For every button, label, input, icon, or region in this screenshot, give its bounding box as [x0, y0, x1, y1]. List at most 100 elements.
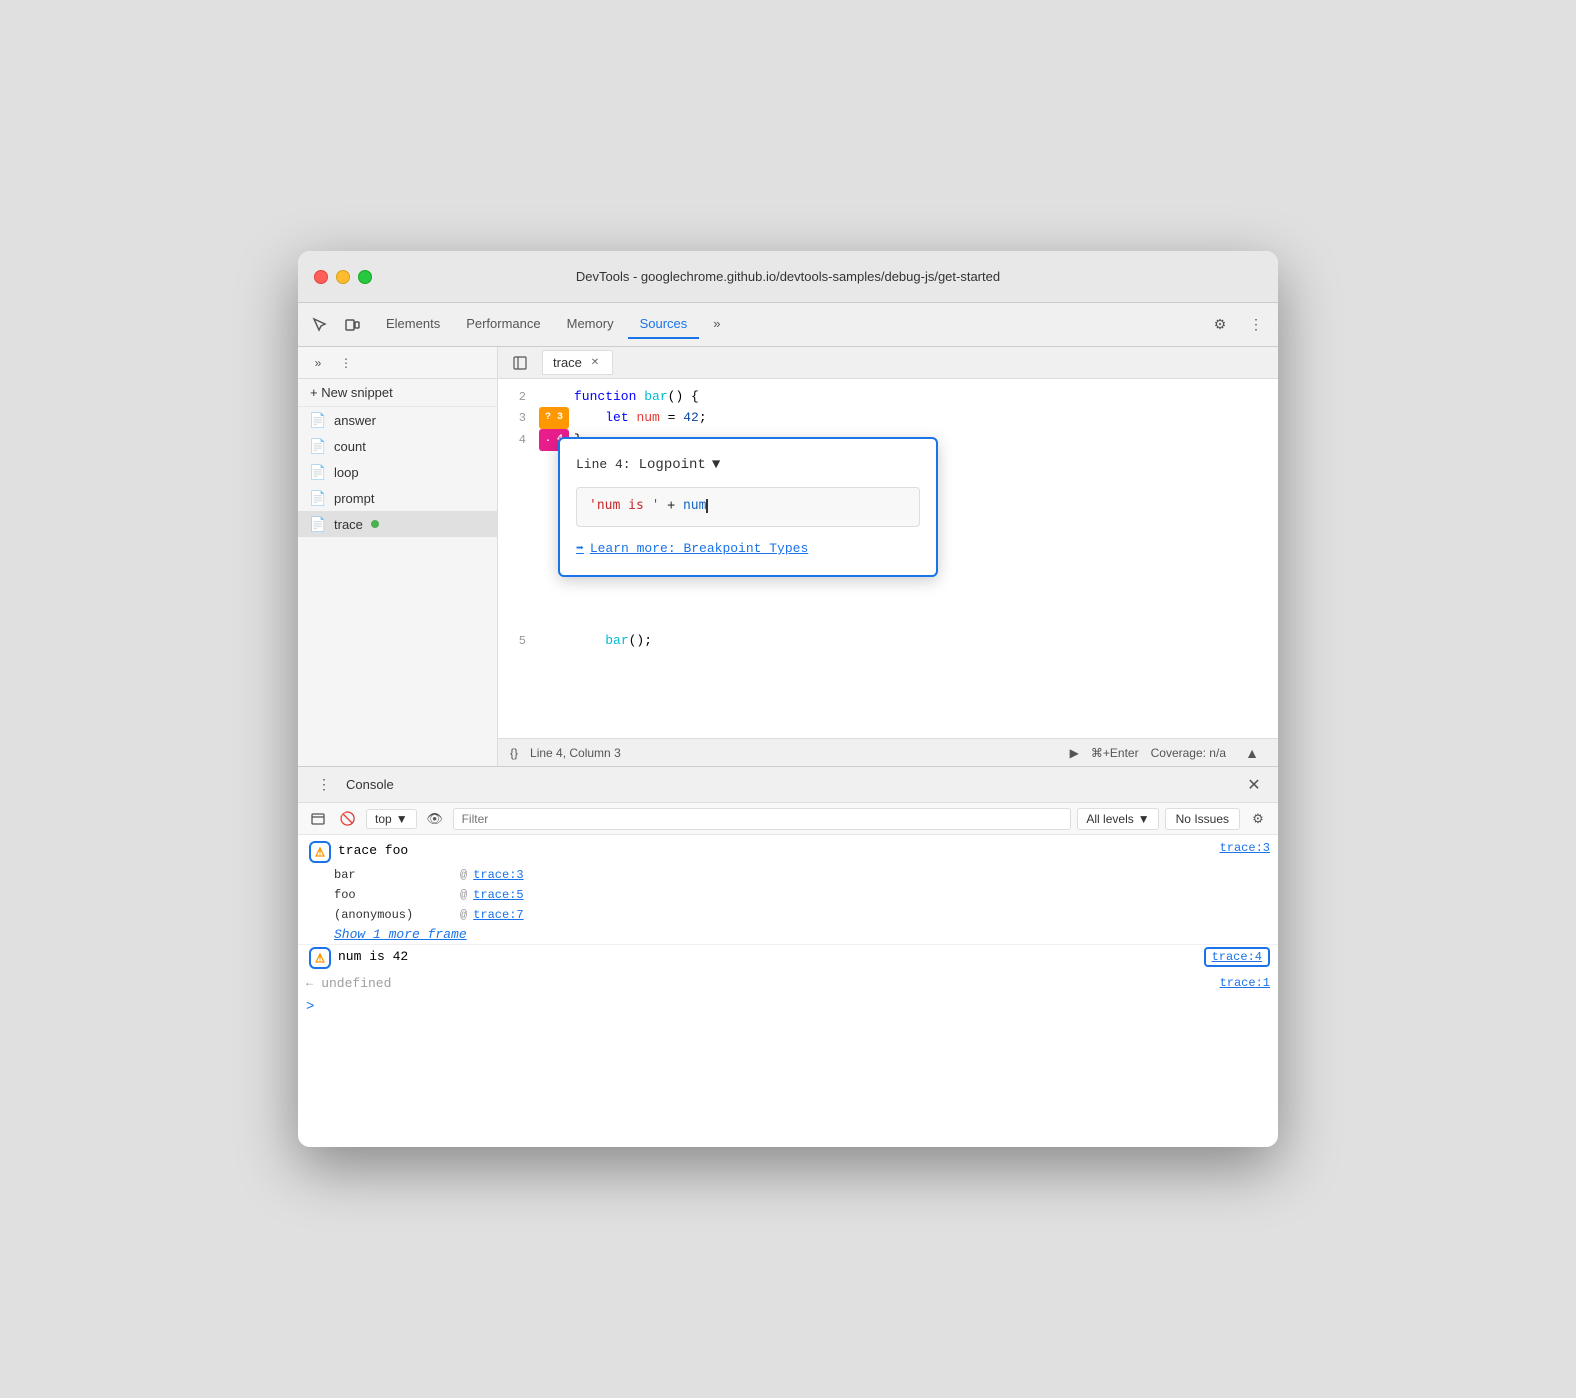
snippet-name: answer: [334, 413, 376, 428]
coverage-label: Coverage: n/a: [1151, 746, 1226, 760]
snippet-prompt[interactable]: 📄 prompt: [298, 485, 497, 511]
editor-area: trace ✕ 2 function bar() { 3: [498, 347, 1278, 766]
snippet-loop[interactable]: 📄 loop: [298, 459, 497, 485]
code-editor[interactable]: 2 function bar() { 3 ? 3 let num = 42;: [498, 379, 1278, 738]
snippet-name: count: [334, 439, 366, 454]
no-icon[interactable]: 🚫: [336, 807, 360, 831]
new-snippet-button[interactable]: + New snippet: [298, 379, 497, 407]
sources-panel: » ⋮ + New snippet 📄 answer 📄 count 📄 loo…: [298, 347, 1278, 767]
console-toolbar: 🚫 top ▼ 👁 All levels ▼ No Issues ⚙: [298, 803, 1278, 835]
stack-frame-bar: bar @ trace:3: [298, 865, 1278, 885]
line-number: 3: [498, 408, 538, 428]
nav-tabs: Elements Performance Memory Sources »: [374, 310, 733, 339]
line-number: 2: [498, 387, 538, 407]
eye-icon[interactable]: 👁: [423, 807, 447, 831]
dropdown-arrow-icon: ▼: [712, 455, 720, 475]
snippet-name: prompt: [334, 491, 374, 506]
log-source-link[interactable]: trace:4: [1204, 947, 1270, 967]
snippet-answer[interactable]: 📄 answer: [298, 407, 497, 433]
result-source-link[interactable]: trace:1: [1220, 976, 1270, 990]
run-shortcut: ⌘+Enter: [1091, 746, 1139, 760]
snippet-name: trace: [334, 517, 363, 532]
logpoint-input[interactable]: 'num is ' + num: [576, 487, 920, 527]
stack-link-trace3[interactable]: trace:3: [473, 868, 523, 882]
code-line-5: 5 bar();: [498, 631, 1278, 651]
trace-text: trace foo: [338, 843, 408, 858]
clear-console-icon[interactable]: [306, 807, 330, 831]
snippet-list: 📄 answer 📄 count 📄 loop 📄 prompt 📄: [298, 407, 497, 766]
trace-source-link[interactable]: trace:3: [1204, 841, 1270, 855]
stack-at-3: @: [460, 908, 467, 922]
code-line-3: 3 ? 3 let num = 42;: [498, 407, 1278, 429]
device-toolbar-icon[interactable]: [338, 311, 366, 339]
line-number: 5: [498, 631, 538, 651]
input-prompt-icon: >: [306, 999, 314, 1015]
snippet-file-icon: 📄: [310, 464, 326, 480]
log-message-text: num is 42: [334, 947, 1204, 967]
tab-close-icon[interactable]: ✕: [588, 356, 602, 370]
logpoint-type-select[interactable]: Logpoint ▼: [639, 455, 721, 475]
close-button[interactable]: [314, 270, 328, 284]
issues-label: No Issues: [1176, 812, 1229, 826]
console-header: ⋮ Console ✕: [298, 767, 1278, 803]
devtools-window: DevTools - googlechrome.github.io/devtoo…: [298, 251, 1278, 1147]
tab-more[interactable]: »: [701, 310, 732, 339]
expand-icon[interactable]: »: [306, 351, 330, 375]
minimize-button[interactable]: [336, 270, 350, 284]
issues-button[interactable]: No Issues: [1165, 808, 1240, 830]
learn-more-link[interactable]: ➡ Learn more: Breakpoint Types: [576, 539, 920, 559]
console-drawer-icon[interactable]: ▲: [1238, 739, 1266, 767]
trace-main-text: trace foo: [334, 841, 1204, 861]
more-options-icon[interactable]: ⋮: [1242, 311, 1270, 339]
snippet-file-icon: 📄: [310, 490, 326, 506]
editor-tab-trace[interactable]: trace ✕: [542, 350, 613, 375]
status-bar-right: ▶ ⌘+Enter Coverage: n/a ▲: [1070, 739, 1266, 767]
line-content: function bar() {: [570, 387, 1278, 407]
context-selector[interactable]: top ▼: [366, 809, 417, 829]
console-filter-input[interactable]: [453, 808, 1072, 830]
learn-more-text: Learn more: Breakpoint Types: [590, 539, 808, 559]
console-settings-icon[interactable]: ⚙: [1246, 807, 1270, 831]
tab-performance[interactable]: Performance: [454, 310, 552, 339]
breakpoint-badge-orange[interactable]: ? 3: [539, 407, 569, 429]
log-levels-button[interactable]: All levels ▼: [1077, 808, 1158, 830]
maximize-button[interactable]: [358, 270, 372, 284]
result-arrow-icon: ←: [306, 976, 313, 990]
stack-link-trace5[interactable]: trace:5: [473, 888, 523, 902]
close-sidebar-icon[interactable]: [506, 349, 534, 377]
stack-fn-foo: foo: [334, 888, 454, 902]
sidebar-more-icon[interactable]: ⋮: [334, 351, 358, 375]
console-close-button[interactable]: ✕: [1242, 773, 1266, 797]
snippet-count[interactable]: 📄 count: [298, 433, 497, 459]
snippet-file-icon: 📄: [310, 438, 326, 454]
trace-log-icon: [309, 841, 331, 863]
sidebar-toolbar: » ⋮: [298, 347, 497, 379]
stack-link-trace7[interactable]: trace:7: [473, 908, 523, 922]
tab-sources[interactable]: Sources: [628, 310, 700, 339]
console-input-field[interactable]: [322, 1000, 1270, 1015]
levels-label: All levels: [1086, 812, 1133, 826]
tab-memory[interactable]: Memory: [555, 310, 626, 339]
new-snippet-label: + New snippet: [310, 385, 393, 400]
tab-elements[interactable]: Elements: [374, 310, 452, 339]
num-is-text: num is 42: [338, 949, 408, 964]
show-more-text: Show 1 more frame: [334, 927, 467, 942]
active-indicator: [371, 520, 379, 528]
snippet-file-icon: 📄: [310, 516, 326, 532]
console-result-row: ← undefined trace:1: [298, 971, 1278, 995]
show-more-frames-link[interactable]: Show 1 more frame: [298, 925, 1278, 944]
console-panel: ⋮ Console ✕ 🚫 top ▼ 👁 All levels ▼: [298, 767, 1278, 1147]
line-content: bar();: [570, 631, 1278, 651]
logpoint-expression: 'num is ' + num: [589, 498, 708, 513]
format-button[interactable]: {}: [510, 746, 518, 760]
stack-frame-foo: foo @ trace:5: [298, 885, 1278, 905]
breakpoint-orange: ? 3: [538, 407, 570, 429]
editor-toolbar: trace ✕: [498, 347, 1278, 379]
inspect-icon[interactable]: [306, 311, 334, 339]
result-value: undefined: [321, 976, 391, 991]
console-menu-icon[interactable]: ⋮: [310, 771, 338, 799]
settings-icon[interactable]: ⚙: [1206, 311, 1234, 339]
devtools-nav: Elements Performance Memory Sources » ⚙ …: [298, 303, 1278, 347]
snippet-trace[interactable]: 📄 trace: [298, 511, 497, 537]
logpoint-header: Line 4: Logpoint ▼: [576, 455, 920, 475]
